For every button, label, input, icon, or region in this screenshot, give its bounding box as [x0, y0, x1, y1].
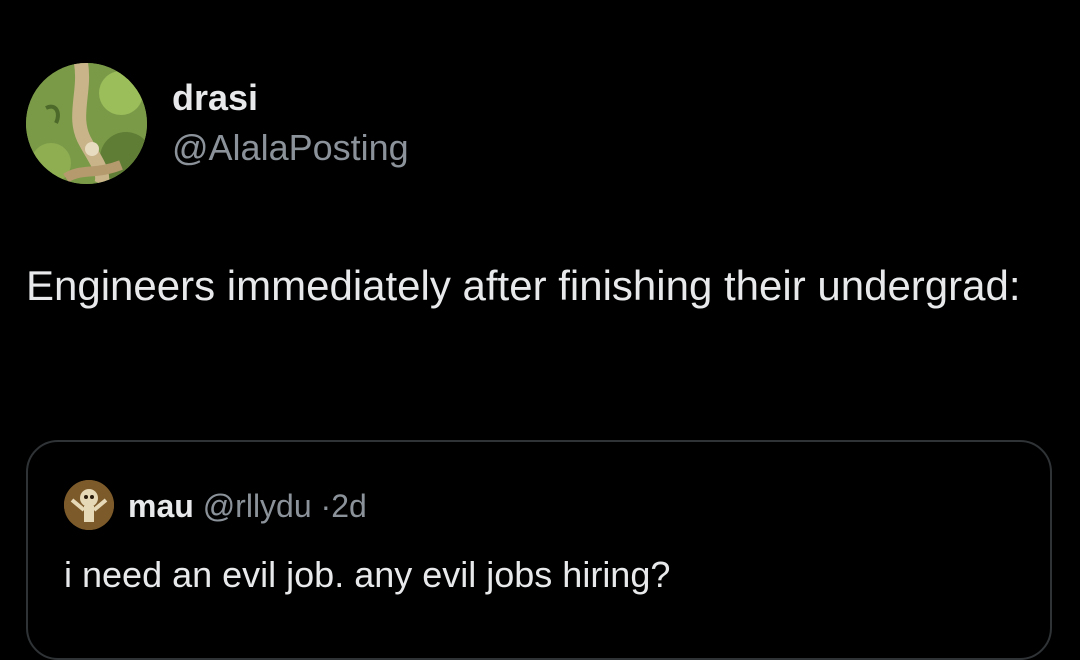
author-avatar[interactable]: [26, 63, 147, 184]
quoted-tweet-timestamp[interactable]: 2d: [331, 488, 367, 524]
quoted-tweet-header: mau @rllydu ·2d: [128, 486, 367, 526]
quoted-tweet-card[interactable]: mau @rllydu ·2d i need an evil job. any …: [26, 440, 1052, 660]
avatar-illustration: [26, 63, 147, 184]
quoted-author-display-name[interactable]: mau: [128, 488, 194, 524]
quoted-author-avatar[interactable]: [64, 480, 114, 530]
skeleton-avatar-illustration: [64, 480, 114, 530]
tweet: drasi @AlalaPosting Engineers immediatel…: [0, 0, 1080, 660]
author-display-name[interactable]: drasi: [172, 78, 258, 118]
author-handle[interactable]: @AlalaPosting: [172, 127, 409, 169]
quoted-author-handle[interactable]: @rllydu: [203, 488, 312, 524]
tweet-text: Engineers immediately after finishing th…: [26, 262, 1021, 309]
quoted-tweet-text: i need an evil job. any evil jobs hiring…: [64, 554, 671, 595]
separator-dot: ·: [320, 488, 332, 524]
